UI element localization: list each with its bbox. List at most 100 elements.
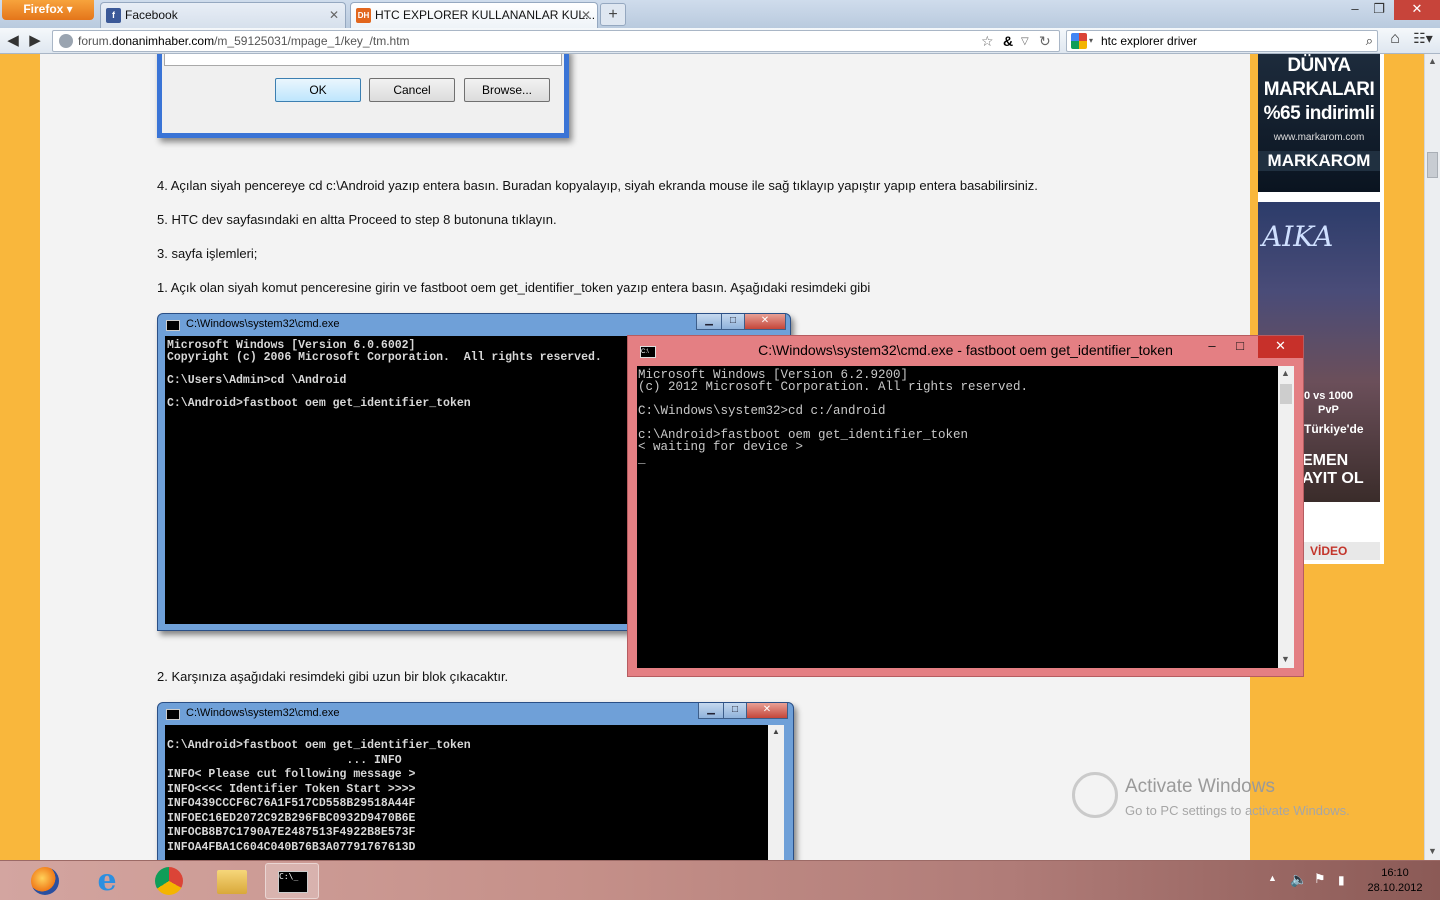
close-icon: ✕ — [746, 703, 788, 719]
close-tab-icon[interactable]: ✕ — [329, 3, 339, 27]
action-center-icon[interactable]: ⚑ — [1314, 871, 1326, 887]
network-icon[interactable]: ▮ — [1338, 873, 1345, 887]
chrome-icon — [155, 867, 183, 895]
ad-register-line: AYIT OL — [1302, 470, 1364, 487]
new-tab-button[interactable]: + — [600, 3, 626, 26]
taskbar-chrome[interactable] — [142, 863, 196, 899]
volume-icon[interactable]: 🔈 — [1290, 871, 1307, 888]
step-1-text: 1. Açık olan siyah komut penceresine gir… — [157, 280, 871, 295]
donanimhaber-icon: DH — [356, 8, 371, 23]
scroll-down-icon[interactable]: ▼ — [1281, 654, 1290, 664]
navigation-bar: ◀ ▶ forum.donanimhaber.com/m_59125031/mp… — [0, 28, 1440, 54]
url-domain: donanimhaber.com — [112, 34, 215, 48]
home-icon[interactable]: ⌂ — [1384, 30, 1406, 48]
video-link[interactable]: VİDEO — [1300, 542, 1380, 560]
scroll-up-icon[interactable]: ▲ — [1281, 368, 1290, 378]
minimize-icon: ▁ — [696, 314, 722, 330]
tray-expand-icon[interactable]: ▲ — [1268, 873, 1277, 883]
firefox-menu-button[interactable]: Firefox ▾ — [2, 0, 94, 20]
ad-register-text: EMEN AYIT OL — [1302, 452, 1364, 488]
step-5-text: 5. HTC dev sayfasındaki en altta Proceed… — [157, 212, 557, 227]
browse-dialog-screenshot: OK Cancel Browse... — [157, 54, 569, 138]
ad-line: DÜNYA — [1287, 55, 1351, 76]
addon-bar-icon[interactable]: ☷▾ — [1408, 30, 1438, 47]
watermark-title: Activate Windows — [1125, 776, 1275, 797]
minimize-icon[interactable]: – — [1198, 336, 1226, 358]
restore-icon[interactable]: ❐ — [1364, 0, 1394, 20]
taskbar-firefox[interactable] — [18, 863, 72, 899]
cmd-title: C:\Windows\system32\cmd.exe — [186, 707, 340, 719]
cmd-console[interactable]: Microsoft Windows [Version 6.2.9200] (c)… — [637, 366, 1278, 668]
forward-button[interactable]: ▶ — [24, 31, 46, 49]
taskbar-file-explorer[interactable] — [204, 863, 258, 899]
cmd-title: C:\Windows\system32\cmd.exe — [186, 318, 340, 330]
tab-facebook[interactable]: f Facebook ✕ — [100, 2, 346, 28]
taskbar-clock[interactable]: 16:10 28.10.2012 — [1367, 866, 1423, 896]
ad-pvp-text: PvP — [1318, 404, 1339, 416]
activate-windows-watermark: Activate Windows Go to PC settings to ac… — [1072, 766, 1412, 826]
ad-turkiye-text: Türkiye'de — [1304, 422, 1364, 436]
tab-label: Facebook — [125, 8, 178, 22]
cmd-screenshot-token: C:\Windows\system32\cmd.exe ▁ □ ✕ C:\And… — [157, 702, 794, 860]
internet-explorer-icon: e — [97, 863, 117, 898]
cmd-window-win8[interactable]: C:\ C:\Windows\system32\cmd.exe - fastbo… — [627, 335, 1304, 677]
search-bar[interactable]: ▾ htc explorer driver ⌕ — [1066, 30, 1378, 52]
dialog-ok-button: OK — [275, 78, 361, 102]
search-text: htc explorer driver — [1101, 34, 1198, 48]
markarom-ad[interactable]: DÜNYA MARKALARI %65 indirimli www.markar… — [1258, 54, 1380, 192]
url-path: /m_59125031/mpage_1/key_/tm.htm — [214, 34, 410, 48]
window-close-button[interactable]: ✕ — [1394, 0, 1440, 20]
cmd-console-text: C:\Android>fastboot oem get_identifier_t… — [165, 725, 768, 860]
close-tab-icon[interactable]: ✕ — [581, 3, 591, 27]
dialog-list-area — [164, 54, 562, 66]
dropdown-arrow-icon[interactable]: ▽ — [1021, 32, 1029, 52]
maximize-icon[interactable]: □ — [1226, 336, 1254, 358]
firefox-icon — [31, 867, 59, 895]
globe-icon — [59, 34, 73, 48]
back-button[interactable]: ◀ — [2, 31, 24, 49]
folder-icon — [217, 870, 247, 894]
bookmark-star-icon[interactable]: ☆ — [981, 31, 994, 51]
search-engine-dropdown-icon[interactable]: ▾ — [1089, 31, 1093, 51]
ad-url: www.markarom.com — [1273, 132, 1365, 143]
watermark-subtitle: Go to PC settings to activate Windows. — [1125, 803, 1350, 818]
google-icon — [1071, 33, 1087, 49]
ampersand-icon[interactable]: & — [1003, 31, 1013, 51]
dialog-cancel-button: Cancel — [369, 78, 455, 102]
page-3-heading: 3. sayfa işlemleri; — [157, 246, 258, 261]
firefox-menu-label: Firefox — [23, 2, 64, 16]
step-2-text: 2. Karşınıza aşağıdaki resimdeki gibi uz… — [157, 669, 509, 684]
scroll-thumb[interactable] — [1427, 152, 1438, 178]
ad-register-line: EMEN — [1302, 452, 1349, 469]
taskbar-internet-explorer[interactable]: e — [80, 863, 134, 899]
facebook-icon: f — [106, 8, 121, 23]
ad-vs-text: 0 vs 1000 — [1304, 390, 1353, 402]
search-icon[interactable]: ⌕ — [1366, 31, 1373, 51]
scroll-down-icon[interactable]: ▼ — [1428, 846, 1437, 856]
ad-line: MARKALARI — [1263, 79, 1375, 100]
cmd-scrollbar: ▲ — [768, 725, 784, 860]
tab-bar: Firefox ▾ f Facebook ✕ DH HTC EXPLORER K… — [0, 0, 1440, 28]
ad-line: %65 indirimli — [1263, 103, 1375, 124]
tab-label: HTC EXPLORER KULLANANLAR KUL... — [375, 8, 596, 22]
key-icon — [1072, 772, 1118, 818]
close-icon: ✕ — [744, 314, 786, 330]
step-4-text: 4. Açılan siyah pencereye cd c:\Android … — [157, 178, 1038, 193]
scroll-thumb[interactable] — [1280, 384, 1292, 404]
taskbar-cmd[interactable]: C:\_ — [265, 863, 319, 899]
cmd-icon: C:\_ — [278, 871, 308, 893]
reload-icon[interactable]: ↻ — [1039, 31, 1051, 51]
maximize-icon: □ — [723, 703, 747, 719]
ad-logo: AIKA — [1262, 220, 1334, 253]
maximize-icon: □ — [721, 314, 745, 330]
cmd-scrollbar[interactable]: ▲ ▼ — [1278, 366, 1294, 668]
clock-date: 28.10.2012 — [1367, 882, 1423, 894]
scroll-up-icon[interactable]: ▲ — [1428, 56, 1437, 66]
tab-htc-explorer[interactable]: DH HTC EXPLORER KULLANANLAR KUL... ✕ — [350, 2, 598, 28]
page-scrollbar[interactable]: ▲ ▼ — [1424, 54, 1440, 860]
url-bar[interactable]: forum.donanimhaber.com/m_59125031/mpage_… — [52, 30, 1060, 52]
close-icon[interactable]: ✕ — [1258, 336, 1303, 358]
ad-brand: MARKAROM — [1258, 151, 1380, 171]
dialog-browse-button: Browse... — [464, 78, 550, 102]
scroll-up-icon: ▲ — [772, 727, 780, 736]
